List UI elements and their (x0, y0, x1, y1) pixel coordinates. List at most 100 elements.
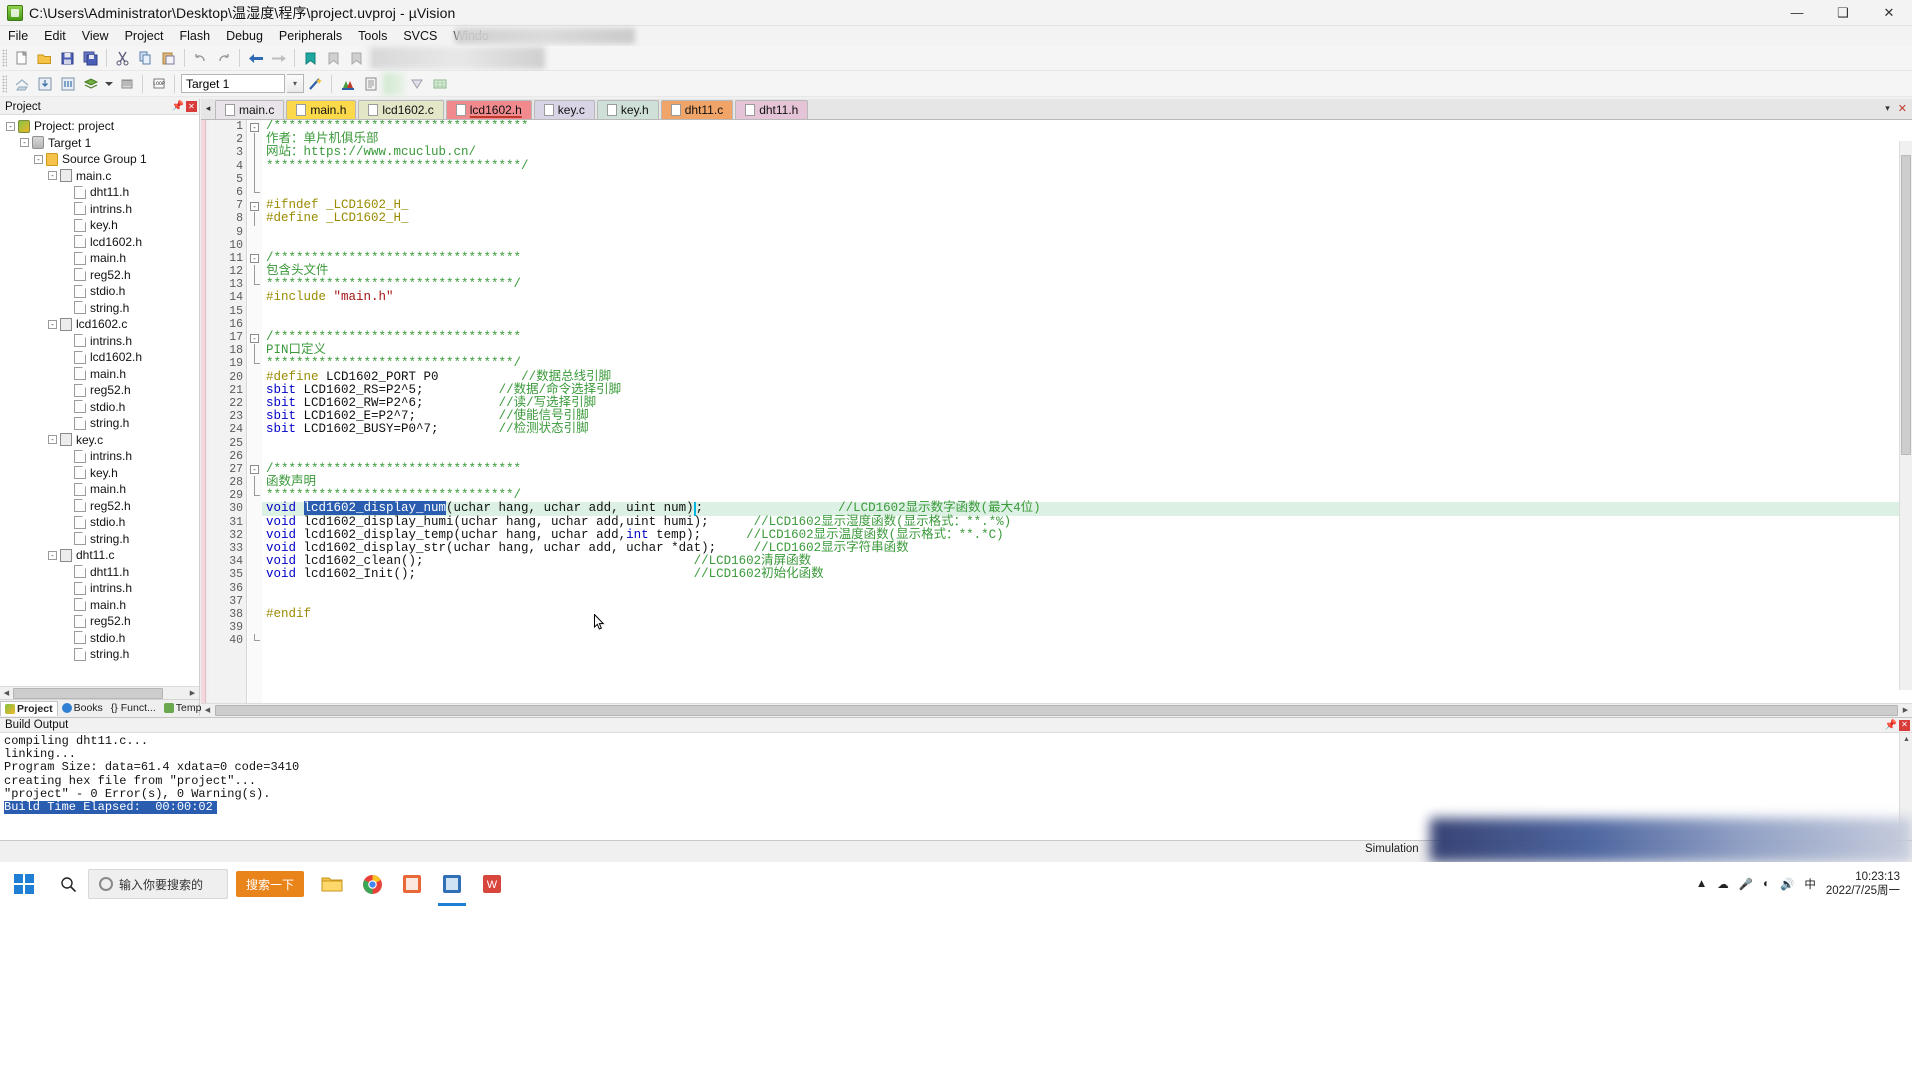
tree-expander-icon[interactable]: - (48, 319, 57, 329)
fold-toggle-icon[interactable]: - (250, 122, 259, 132)
magic-wand-icon[interactable] (305, 73, 326, 94)
tab-functions[interactable]: {} Funct... (107, 701, 160, 715)
tree-expander-icon[interactable]: - (48, 171, 57, 181)
build-toolbar-grip[interactable] (2, 74, 7, 93)
editor-hscroll-thumb[interactable] (215, 704, 1898, 716)
fold-toggle-icon[interactable]: - (250, 333, 259, 343)
build-pin-icon[interactable]: 📌 (1885, 720, 1897, 731)
volume-icon[interactable]: 🔊 (1780, 877, 1794, 891)
tree-item[interactable]: main.h (0, 250, 199, 267)
tree-item[interactable]: - lcd1602.c (0, 316, 199, 333)
mic-icon[interactable]: 🎤 (1739, 877, 1753, 891)
tree-item[interactable]: reg52.h (0, 613, 199, 630)
close-icon[interactable]: ✕ (186, 101, 197, 112)
tree-item[interactable]: - Source Group 1 (0, 151, 199, 168)
tree-item[interactable]: stdio.h (0, 399, 199, 416)
tree-expander-icon[interactable]: - (20, 138, 29, 148)
menu-item-edit[interactable]: Edit (36, 27, 74, 45)
menu-item-view[interactable]: View (74, 27, 117, 45)
tree-item[interactable]: reg52.h (0, 382, 199, 399)
redo-icon[interactable] (213, 48, 234, 69)
minimize-button[interactable]: — (1774, 0, 1820, 26)
onedrive-icon[interactable]: ☁ (1717, 877, 1729, 891)
editor-vscrollbar[interactable] (1899, 141, 1912, 690)
code-line[interactable]: 13 *********************************/ (209, 278, 1912, 292)
code-line[interactable]: 27-/********************************* (209, 462, 1912, 476)
bookmark-toggle-icon[interactable] (300, 48, 321, 69)
copy-icon[interactable] (135, 48, 156, 69)
code-line[interactable]: 35 void lcd1602_Init(); //LCD1602初始化函数 (209, 568, 1912, 582)
menu-item-svcs[interactable]: SVCS (395, 27, 445, 45)
templates-window-icon[interactable] (429, 73, 450, 94)
code-line[interactable]: 25 (209, 437, 1912, 450)
taskbar-search-button[interactable] (48, 862, 88, 906)
toolbar-grip[interactable] (2, 49, 7, 67)
navigate-forward-icon[interactable] (268, 48, 289, 69)
scroll-left-icon[interactable]: ◀ (0, 686, 13, 700)
code-line[interactable]: 8 #define _LCD1602_H_ (209, 212, 1912, 226)
build-output-text[interactable]: compiling dht11.c... linking... Program Si… (0, 733, 1912, 816)
code-editor[interactable]: 1-/********************************** 2 作者… (201, 120, 1912, 703)
paste-icon[interactable] (158, 48, 179, 69)
editor-tab-main-c[interactable]: main.c (215, 100, 285, 119)
tab-scroll-left-icon[interactable]: ◂ (201, 98, 215, 119)
tree-item[interactable]: - Project: project (0, 118, 199, 135)
rebuild-icon[interactable] (57, 73, 78, 94)
tree-item[interactable]: intrins.h (0, 448, 199, 465)
menu-item-file[interactable]: File (0, 27, 36, 45)
editor-scroll-right-icon[interactable]: ▶ (1899, 703, 1912, 717)
code-surface[interactable]: 1-/********************************** 2 作者… (209, 120, 1912, 703)
chevron-down-icon[interactable]: ▾ (287, 74, 304, 93)
editor-tab-key-c[interactable]: key.c (533, 100, 595, 119)
tree-item[interactable]: main.h (0, 366, 199, 383)
target-options-icon[interactable] (337, 73, 358, 94)
build-scroll-up-icon[interactable]: ▲ (1900, 733, 1912, 746)
office-icon[interactable] (392, 862, 432, 906)
menu-item-project[interactable]: Project (117, 27, 172, 45)
wifi-icon[interactable]: ◐ (1763, 878, 1770, 890)
tree-item[interactable]: string.h (0, 300, 199, 317)
tree-item[interactable]: dht11.h (0, 184, 199, 201)
loop-icon[interactable]: LOOP (148, 73, 169, 94)
editor-tab-dht11-h[interactable]: dht11.h (735, 100, 809, 119)
open-file-icon[interactable] (34, 48, 55, 69)
tree-item[interactable]: main.h (0, 597, 199, 614)
tab-books[interactable]: Books (58, 701, 107, 715)
code-line[interactable]: 7- #ifndef _LCD1602_H_ (209, 199, 1912, 213)
code-line[interactable]: 39 (209, 621, 1912, 634)
menu-item-peripherals[interactable]: Peripherals (271, 27, 350, 45)
tree-expander-icon[interactable]: - (6, 121, 15, 131)
ime-cn-icon[interactable]: 中 (1804, 876, 1816, 892)
project-tree[interactable]: - Project: project - Target 1- Source Group … (0, 115, 199, 686)
bookmark-next-icon[interactable] (346, 48, 367, 69)
tree-item[interactable]: string.h (0, 646, 199, 663)
code-line[interactable]: 38 #endif (209, 607, 1912, 621)
tree-item[interactable]: intrins.h (0, 201, 199, 218)
editor-scroll-left-icon[interactable]: ◀ (201, 703, 214, 717)
tree-expander-icon[interactable]: - (48, 435, 57, 445)
tree-item[interactable]: intrins.h (0, 580, 199, 597)
tree-item[interactable]: - Target 1 (0, 135, 199, 152)
vscroll-thumb[interactable] (1901, 155, 1911, 455)
menu-item-tools[interactable]: Tools (350, 27, 395, 45)
code-line[interactable]: 14 #include "main.h" (209, 291, 1912, 305)
tree-item[interactable]: main.h (0, 481, 199, 498)
tree-item[interactable]: stdio.h (0, 514, 199, 531)
search-input[interactable]: 输入你要搜索的 (88, 869, 228, 899)
tree-expander-icon[interactable]: - (48, 550, 57, 560)
tree-item[interactable]: stdio.h (0, 283, 199, 300)
navigate-back-icon[interactable] (245, 48, 266, 69)
code-line[interactable]: 5 (209, 172, 1912, 186)
batch-build-dropdown-icon[interactable] (103, 73, 114, 94)
editor-hscrollbar[interactable]: ◀ ▶ (201, 703, 1912, 717)
tree-item[interactable]: - dht11.c (0, 547, 199, 564)
wps-icon[interactable]: W (472, 862, 512, 906)
tab-list-icon[interactable]: ▾ (1885, 103, 1890, 114)
tree-item[interactable]: dht11.h (0, 564, 199, 581)
chrome-icon[interactable] (352, 862, 392, 906)
tree-item[interactable]: lcd1602.h (0, 234, 199, 251)
project-window-icon[interactable] (360, 73, 381, 94)
show-hidden-icons[interactable]: ▲ (1696, 878, 1707, 890)
scroll-right-icon[interactable]: ▶ (186, 686, 199, 700)
batch-build-icon[interactable] (80, 73, 101, 94)
